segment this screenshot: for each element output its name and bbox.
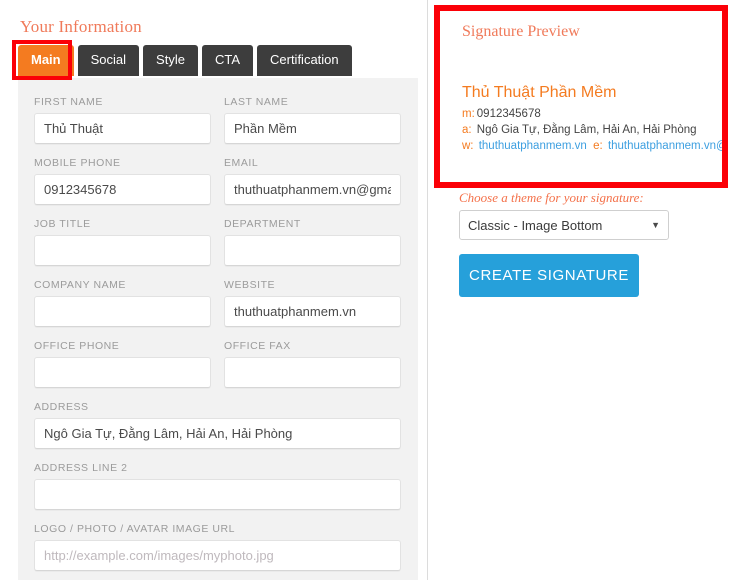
office-phone-input[interactable] (34, 357, 211, 388)
tab-cta[interactable]: CTA (201, 45, 253, 76)
company-name-field-group: COMPANY NAME (34, 279, 211, 327)
company-row: COMPANY NAME WEBSITE (34, 279, 402, 340)
chevron-down-icon: ▼ (651, 219, 660, 230)
signature-mobile-key: m: (462, 108, 475, 120)
first-name-field-group: FIRST NAME (34, 96, 211, 144)
signature-address-key: a: (462, 124, 472, 136)
signature-generator-page: Your Information Main Social Style CTA C… (0, 0, 729, 580)
last-name-input[interactable] (224, 113, 401, 144)
logo-url-field-group: LOGO / PHOTO / AVATAR IMAGE URL (34, 523, 401, 571)
company-name-input[interactable] (34, 296, 211, 327)
last-name-label: LAST NAME (224, 96, 289, 108)
job-row: JOB TITLE DEPARTMENT (34, 218, 402, 279)
office-phone-field-group: OFFICE PHONE (34, 340, 211, 388)
first-name-label: FIRST NAME (34, 96, 103, 108)
job-title-input[interactable] (34, 235, 211, 266)
company-name-label: COMPANY NAME (34, 279, 126, 291)
page-title: Your Information (20, 17, 142, 36)
mobile-phone-input[interactable] (34, 174, 211, 205)
contact-row: MOBILE PHONE EMAIL (34, 157, 402, 218)
theme-select-value: Classic - Image Bottom (468, 217, 603, 233)
mobile-phone-field-group: MOBILE PHONE (34, 157, 211, 205)
signature-email-key: e: (593, 140, 603, 152)
email-input[interactable] (224, 174, 401, 205)
your-information-column: Your Information Main Social Style CTA C… (0, 0, 428, 580)
address-line-2-field-group: ADDRESS LINE 2 (34, 462, 401, 510)
last-name-field-group: LAST NAME (224, 96, 401, 144)
address-line-2-input[interactable] (34, 479, 401, 510)
office-fax-label: OFFICE FAX (224, 340, 291, 352)
website-label: WEBSITE (224, 279, 276, 291)
first-name-input[interactable] (34, 113, 211, 144)
department-field-group: DEPARTMENT (224, 218, 401, 266)
logo-url-label: LOGO / PHOTO / AVATAR IMAGE URL (34, 523, 236, 535)
signature-web-value[interactable]: thuthuatphanmem.vn (479, 140, 587, 152)
signature-name: Thủ Thuật Phần Mềm (462, 84, 617, 101)
name-row: FIRST NAME LAST NAME (34, 96, 402, 157)
signature-preview-highlight-box: Signature Preview Thủ Thuật Phần Mềm m: 0… (434, 5, 728, 188)
address-field-group: ADDRESS (34, 401, 401, 449)
office-fax-field-group: OFFICE FAX (224, 340, 401, 388)
signature-mobile-value: 0912345678 (476, 108, 541, 120)
website-input[interactable] (224, 296, 401, 327)
signature-preview-title: Signature Preview (462, 23, 580, 40)
theme-select[interactable]: Classic - Image Bottom ▼ (459, 210, 669, 240)
signature-web-key: w: (462, 140, 474, 152)
tab-bar: Main Social Style CTA Certification (18, 45, 352, 76)
main-form-panel: FIRST NAME LAST NAME MOBILE PHONE EMAIL (18, 78, 418, 580)
create-signature-button[interactable]: CREATE SIGNATURE (459, 254, 639, 297)
email-label: EMAIL (224, 157, 259, 169)
signature-address-value: Ngô Gia Tự, Đằng Lâm, Hải An, Hải Phòng (476, 124, 697, 136)
tab-certification[interactable]: Certification (257, 45, 352, 76)
signature-address-line: a: Ngô Gia Tự, Đằng Lâm, Hải An, Hải Phò… (462, 122, 722, 138)
signature-email-value[interactable]: thuthuatphanmem.vn@gmail.com (608, 140, 722, 152)
website-field-group: WEBSITE (224, 279, 401, 327)
job-title-field-group: JOB TITLE (34, 218, 211, 266)
office-row: OFFICE PHONE OFFICE FAX (34, 340, 402, 401)
office-phone-label: OFFICE PHONE (34, 340, 120, 352)
signature-web-email-line: w: thuthuatphanmem.vn e: thuthuatphanmem… (462, 138, 722, 154)
tab-social[interactable]: Social (77, 45, 140, 76)
tab-style[interactable]: Style (143, 45, 198, 76)
email-field-group: EMAIL (224, 157, 401, 205)
tab-main[interactable]: Main (18, 45, 74, 76)
theme-chooser-label: Choose a theme for your signature: (459, 190, 644, 205)
signature-block: Thủ Thuật Phần Mềm m: 0912345678 a: Ngô G… (462, 83, 722, 154)
logo-url-input[interactable] (34, 540, 401, 571)
address-label: ADDRESS (34, 401, 89, 413)
address-input[interactable] (34, 418, 401, 449)
department-input[interactable] (224, 235, 401, 266)
signature-mobile-line: m: 0912345678 (462, 106, 722, 122)
office-fax-input[interactable] (224, 357, 401, 388)
mobile-phone-label: MOBILE PHONE (34, 157, 121, 169)
job-title-label: JOB TITLE (34, 218, 91, 230)
address-line-2-label: ADDRESS LINE 2 (34, 462, 128, 474)
department-label: DEPARTMENT (224, 218, 301, 230)
